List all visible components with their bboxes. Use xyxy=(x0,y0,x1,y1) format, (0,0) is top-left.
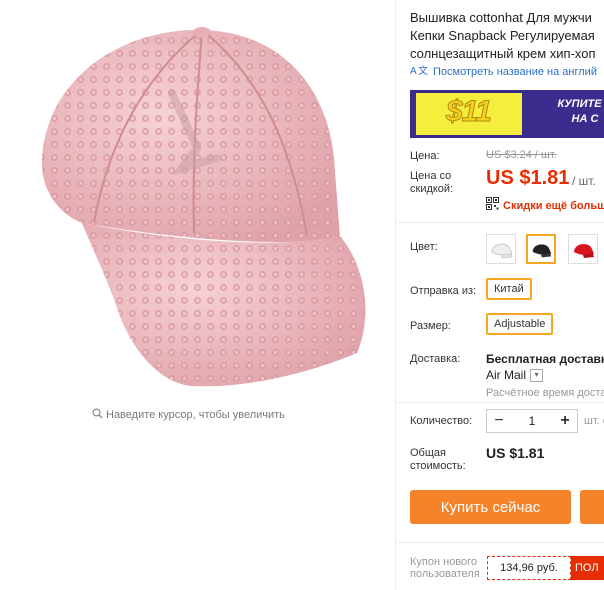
color-swatch-black[interactable] xyxy=(526,234,556,264)
get-coupon-button[interactable]: ПОЛ xyxy=(571,556,604,580)
promo-banner-amount: $11 xyxy=(446,95,493,129)
promo-banner-text-line-2: НА С xyxy=(571,113,599,125)
delivery-method-name: Air Mail xyxy=(486,368,527,382)
zoom-hint: Наведите курсор, чтобы увеличить xyxy=(92,408,285,422)
ship-from-option-china[interactable]: Китай xyxy=(486,278,532,300)
red-cap-icon xyxy=(574,243,594,258)
chevron-down-icon[interactable]: ▾ xyxy=(530,368,544,382)
promo-banner[interactable]: $11 КУПИТЕ С НА С xyxy=(410,90,604,138)
column-divider xyxy=(395,0,396,590)
buy-now-button[interactable]: Купить сейчас xyxy=(410,490,571,524)
promo-banner-text: КУПИТЕ С НА С xyxy=(535,97,604,127)
quantity-unit: шт. с xyxy=(584,415,604,427)
quantity-increase-button[interactable]: + xyxy=(553,410,577,432)
size-option-adjustable[interactable]: Adjustable xyxy=(486,313,554,335)
quantity-label: Количество: xyxy=(410,415,473,427)
ship-from-label: Отправка из: xyxy=(410,285,477,297)
app-discount-link[interactable]: Скидки ещё больше xyxy=(486,197,604,215)
delivery-label: Доставка: xyxy=(410,353,461,365)
svg-text:A: A xyxy=(410,66,417,76)
translate-title-row[interactable]: A文 Посмотреть название на англий xyxy=(410,64,597,79)
section-divider xyxy=(395,222,604,223)
new-user-coupon-label: Купон нового пользователя xyxy=(410,556,480,580)
color-swatch-red[interactable] xyxy=(568,234,598,264)
product-title-line-3: солнцезащитный крем хип-хоп xyxy=(410,46,596,61)
color-swatch-white[interactable] xyxy=(486,234,516,264)
quantity-decrease-button[interactable]: − xyxy=(487,410,511,432)
app-discount-text[interactable]: Скидки ещё больше xyxy=(503,200,604,212)
color-label: Цвет: xyxy=(410,241,438,253)
quantity-stepper: − 1 + xyxy=(486,409,578,433)
zoom-hint-text: Наведите курсор, чтобы увеличить xyxy=(106,409,285,421)
qr-code-icon xyxy=(486,197,499,215)
black-cap-icon xyxy=(532,244,552,258)
translate-icon: A文 xyxy=(410,64,428,79)
old-price: US $3.24 / шт. xyxy=(486,149,557,161)
coupon-value: 134,96 руб. xyxy=(487,556,571,580)
size-label: Размер: xyxy=(410,320,451,332)
section-divider xyxy=(395,542,604,543)
translate-title-link[interactable]: Посмотреть название на англий xyxy=(433,66,597,78)
current-price: US $1.81 xyxy=(486,167,570,189)
price-unit: / шт. xyxy=(572,174,596,188)
total-value: US $1.81 xyxy=(486,445,545,461)
price-label: Цена: xyxy=(410,150,440,162)
promo-banner-text-line-1: КУПИТЕ С xyxy=(557,98,604,110)
delivery-free-shipping: Бесплатная доставка xyxy=(486,352,604,366)
delivery-method-selector[interactable]: Air Mail ▾ xyxy=(486,368,544,382)
product-main-image[interactable] xyxy=(22,8,378,392)
product-title-line-2: Кепки Snapback Регулируемая xyxy=(410,28,595,43)
quantity-input[interactable]: 1 xyxy=(511,414,553,428)
total-label: Общая стоимость: xyxy=(410,447,466,472)
discount-price-label: Цена со скидкой: xyxy=(410,170,454,195)
add-to-cart-button[interactable] xyxy=(580,490,604,524)
magnifier-icon xyxy=(92,408,103,422)
svg-text:文: 文 xyxy=(418,64,428,76)
section-divider xyxy=(395,402,604,403)
delivery-estimate: Расчётное время доста xyxy=(486,387,604,399)
product-title-line-1: Вышивка cottonhat Для мужчи xyxy=(410,10,592,25)
white-cap-icon xyxy=(491,243,513,259)
